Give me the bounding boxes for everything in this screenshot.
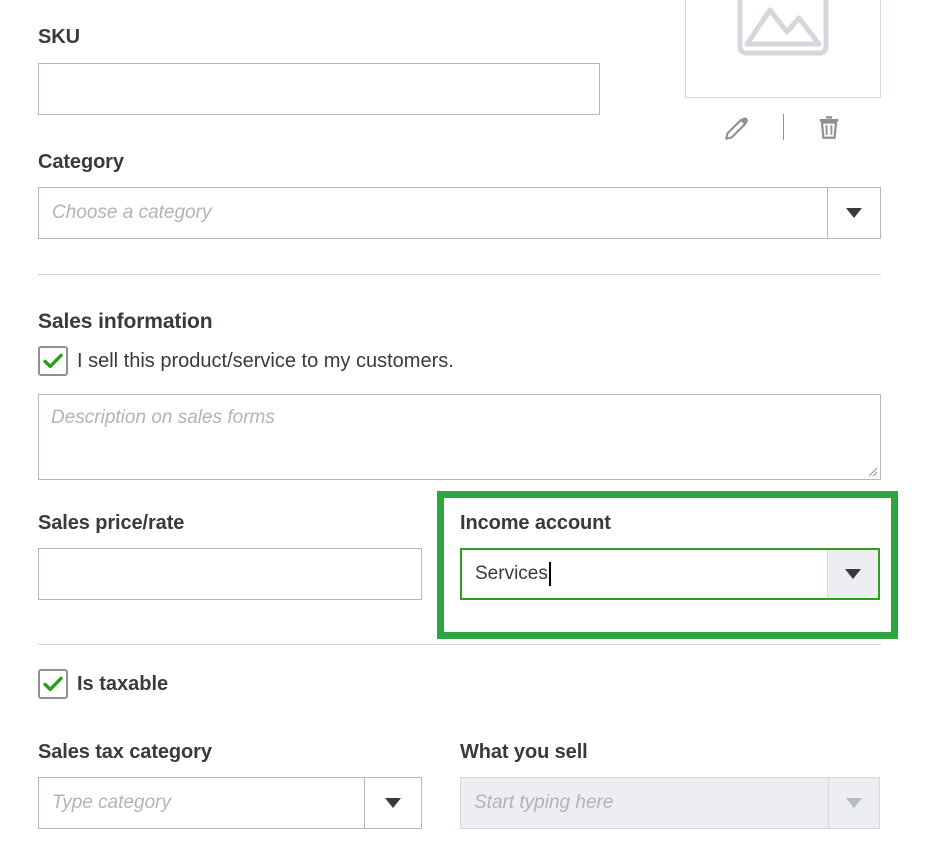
sku-label: SKU bbox=[38, 25, 80, 49]
checkmark-icon bbox=[43, 676, 63, 692]
sales-description-placeholder: Description on sales forms bbox=[51, 407, 275, 428]
income-account-combobox[interactable]: Services bbox=[460, 548, 880, 600]
sales-price-label: Sales price/rate bbox=[38, 511, 184, 535]
text-cursor bbox=[549, 562, 551, 586]
chevron-down-icon bbox=[846, 208, 862, 218]
what-you-sell-label: What you sell bbox=[460, 740, 588, 764]
is-taxable-checkbox-row[interactable]: Is taxable bbox=[38, 669, 168, 699]
product-service-form: SKU | Category Cho bbox=[0, 0, 927, 860]
sales-tax-category-label: Sales tax category bbox=[38, 740, 212, 764]
sell-to-customers-checkbox[interactable] bbox=[38, 346, 68, 376]
section-divider-top bbox=[38, 274, 881, 275]
sku-input[interactable] bbox=[38, 63, 600, 115]
income-account-value: Services bbox=[475, 563, 548, 585]
income-account-dropdown-button[interactable] bbox=[827, 550, 878, 598]
product-image-thumbnail[interactable] bbox=[685, 0, 881, 98]
checkmark-icon bbox=[43, 353, 63, 369]
section-divider-bottom bbox=[38, 644, 881, 645]
is-taxable-label: Is taxable bbox=[77, 673, 168, 696]
category-label: Category bbox=[38, 150, 124, 174]
sales-price-input[interactable] bbox=[38, 548, 422, 600]
category-combobox[interactable]: Choose a category bbox=[38, 187, 881, 239]
image-action-bar: | bbox=[685, 108, 881, 146]
income-account-input[interactable]: Services bbox=[462, 550, 827, 598]
chevron-down-icon bbox=[385, 798, 401, 808]
category-input[interactable]: Choose a category bbox=[39, 188, 827, 238]
trash-delete-icon[interactable] bbox=[814, 112, 844, 142]
resize-grip-icon[interactable] bbox=[866, 465, 878, 477]
sell-to-customers-label: I sell this product/service to my custom… bbox=[77, 350, 454, 373]
sales-information-heading: Sales information bbox=[38, 310, 213, 334]
sales-tax-category-combobox[interactable]: Type category bbox=[38, 777, 422, 829]
is-taxable-checkbox[interactable] bbox=[38, 669, 68, 699]
income-account-label: Income account bbox=[460, 511, 611, 535]
what-you-sell-dropdown-button bbox=[828, 778, 879, 828]
pencil-edit-icon[interactable] bbox=[723, 112, 753, 142]
sales-tax-category-input[interactable]: Type category bbox=[39, 778, 364, 828]
sell-to-customers-checkbox-row[interactable]: I sell this product/service to my custom… bbox=[38, 346, 454, 376]
chevron-down-icon bbox=[845, 569, 861, 579]
image-placeholder-icon bbox=[737, 0, 829, 56]
sales-tax-category-dropdown-button[interactable] bbox=[364, 778, 421, 828]
what-you-sell-input: Start typing here bbox=[461, 778, 828, 828]
chevron-down-icon bbox=[846, 798, 862, 808]
what-you-sell-combobox: Start typing here bbox=[460, 777, 880, 829]
sales-description-textarea[interactable]: Description on sales forms bbox=[38, 394, 881, 480]
action-separator: | bbox=[783, 114, 784, 140]
category-dropdown-button[interactable] bbox=[827, 188, 880, 238]
